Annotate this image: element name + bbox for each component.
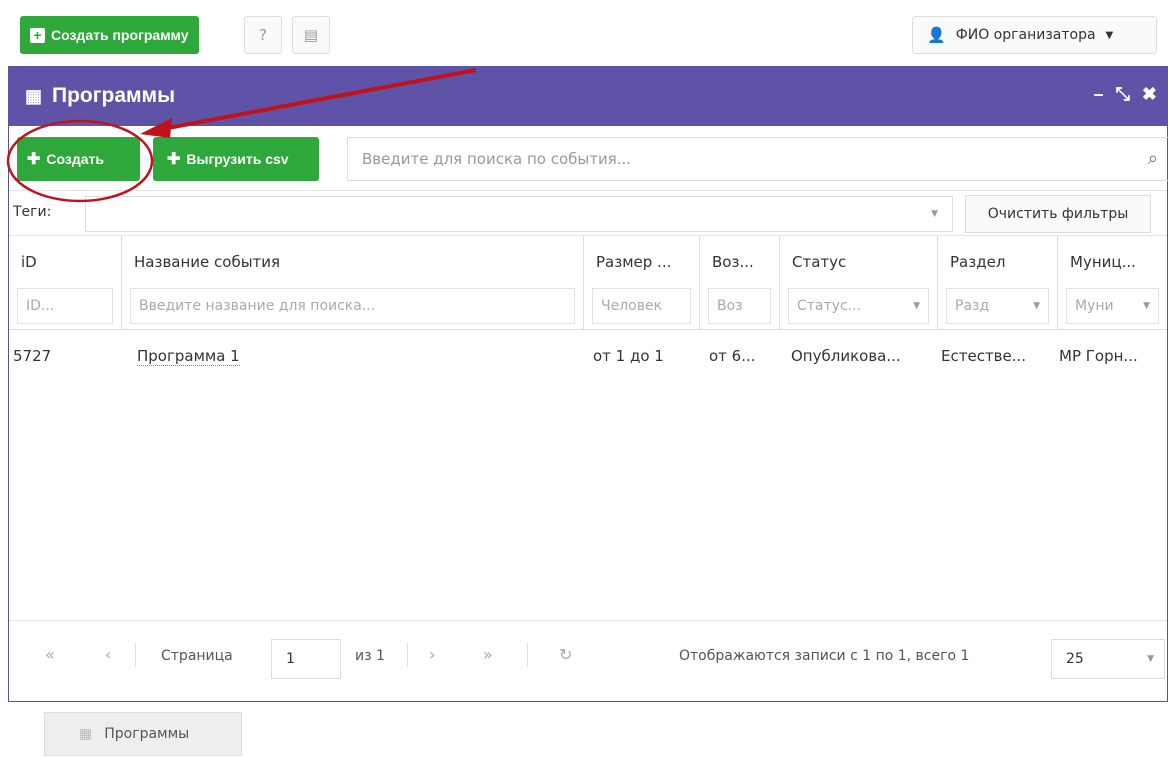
page-size-value: 25 — [1066, 651, 1084, 667]
age-filter-input[interactable]: Воз — [708, 288, 771, 324]
close-icon[interactable]: ✖ — [1142, 84, 1157, 105]
caret-down-icon: ▼ — [1147, 654, 1154, 664]
tags-select[interactable]: ▼ — [85, 196, 953, 232]
search-placeholder: Введите для поиска по события... — [362, 150, 632, 168]
caret-down-icon: ▼ — [1033, 301, 1040, 311]
next-page-icon[interactable]: › — [429, 645, 435, 664]
column-municipality: Муниц... Муни ▼ — [1057, 236, 1167, 330]
first-page-icon[interactable]: « — [45, 645, 55, 664]
column-header[interactable]: Раздел — [950, 253, 1005, 271]
grid-header: iD ID... Название события Введите назван… — [9, 236, 1167, 330]
export-csv-label: Выгрузить csv — [186, 151, 289, 167]
restore-icon[interactable]: ⤡ — [1116, 84, 1130, 105]
page-size-select[interactable]: 25 ▼ — [1051, 639, 1165, 679]
clear-filters-button[interactable]: Очистить фильтры — [965, 195, 1151, 233]
column-age: Воз... Воз — [699, 236, 779, 330]
tags-filter-row: Теги: ▼ Очистить фильтры — [9, 190, 1167, 236]
caret-down-icon: ▼ — [913, 301, 920, 311]
pagination: « ‹ Страница 1 из 1 › » ↻ Отображаются з… — [9, 620, 1167, 692]
caret-down-icon: ▼ — [1143, 301, 1150, 311]
column-header[interactable]: Статус — [792, 253, 846, 271]
cell-age: от 6... — [709, 347, 756, 365]
top-bar: + Создать программу ? ▤ 👤 ФИО организато… — [0, 0, 1168, 66]
minimize-icon[interactable]: – — [1093, 84, 1103, 105]
window-header: ▦ Программы – ⤡ ✖ — [9, 66, 1167, 126]
search-input[interactable]: Введите для поиска по события... ⌕ — [347, 137, 1168, 181]
user-name: ФИО организатора — [955, 27, 1096, 43]
id-filter-input[interactable]: ID... — [17, 288, 113, 324]
export-csv-button[interactable]: ✚ Выгрузить csv — [153, 137, 319, 181]
create-button[interactable]: ✚ Создать — [17, 137, 140, 181]
column-section: Раздел Разд ▼ — [937, 236, 1057, 330]
name-filter-input[interactable]: Введите название для поиска... — [130, 288, 575, 324]
page-label: Страница — [161, 648, 233, 664]
cell-section: Естестве... — [941, 347, 1027, 365]
status-filter-select[interactable]: Статус... ▼ — [788, 288, 929, 324]
search-icon: ⌕ — [1147, 148, 1158, 169]
column-header[interactable]: iD — [21, 253, 37, 271]
column-size: Размер ... Человек — [583, 236, 699, 330]
taskbar-programs-button[interactable]: ▦ Программы — [44, 712, 242, 756]
cell-name-link[interactable]: Программа 1 — [137, 347, 240, 366]
help-icon[interactable]: ? — [244, 16, 282, 54]
caret-down-icon: ▼ — [1105, 29, 1114, 41]
refresh-icon[interactable]: ↻ — [559, 645, 572, 664]
calendar-icon: ▦ — [79, 726, 93, 742]
column-header[interactable]: Муниц... — [1070, 253, 1136, 271]
records-summary: Отображаются записи с 1 по 1, всего 1 — [679, 648, 970, 664]
plus-icon: ✚ — [167, 151, 181, 168]
cell-status: Опубликова... — [791, 347, 901, 365]
plus-icon: ✚ — [27, 151, 41, 168]
prev-page-icon[interactable]: ‹ — [105, 645, 111, 664]
create-program-button[interactable]: + Создать программу — [20, 16, 199, 54]
column-name: Название события Введите название для по… — [121, 236, 583, 330]
cell-size: от 1 до 1 — [593, 347, 664, 365]
page-number-input[interactable]: 1 — [271, 639, 341, 679]
of-pages-label: из 1 — [355, 648, 385, 664]
column-header[interactable]: Воз... — [712, 253, 754, 271]
column-id: iD ID... — [9, 236, 121, 330]
section-filter-select[interactable]: Разд ▼ — [946, 288, 1049, 324]
user-menu-button[interactable]: 👤 ФИО организатора ▼ — [912, 16, 1157, 54]
municipality-filter-select[interactable]: Муни ▼ — [1066, 288, 1159, 324]
cell-id: 5727 — [13, 347, 52, 365]
toolbar: ✚ Создать ✚ Выгрузить csv Введите для по… — [9, 126, 1168, 190]
tags-label: Теги: — [13, 204, 52, 220]
create-program-label: Создать программу — [51, 27, 189, 43]
window-title: Программы — [52, 84, 176, 107]
column-header[interactable]: Название события — [134, 253, 280, 271]
column-status: Статус Статус... ▼ — [779, 236, 937, 330]
user-icon: 👤 — [927, 26, 946, 44]
size-filter-input[interactable]: Человек — [592, 288, 691, 324]
plus-square-icon: + — [30, 27, 45, 43]
table-row[interactable]: 5727 Программа 1 от 1 до 1 от 6... Опубл… — [9, 330, 1167, 384]
caret-down-icon: ▼ — [931, 209, 938, 219]
last-page-icon[interactable]: » — [483, 645, 493, 664]
cell-municipality: МР Горн... — [1059, 347, 1138, 365]
create-label: Создать — [46, 151, 104, 167]
column-header[interactable]: Размер ... — [596, 253, 671, 271]
calendar-icon: ▦ — [25, 85, 43, 106]
taskbar-programs-label: Программы — [104, 726, 190, 742]
programs-window: ▦ Программы – ⤡ ✖ ✚ Создать ✚ Выгрузить … — [8, 66, 1168, 702]
id-card-icon[interactable]: ▤ — [292, 16, 330, 54]
